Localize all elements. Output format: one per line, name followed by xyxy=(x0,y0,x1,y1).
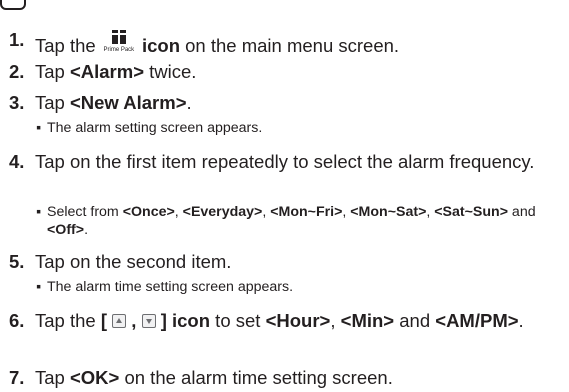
step-text: Tap <New Alarm>. xyxy=(35,92,192,113)
step-number: 3. xyxy=(9,92,25,113)
step-text: Tap <OK> on the alarm time setting scree… xyxy=(35,367,393,388)
prime-pack-caption: Prime Pack xyxy=(103,47,135,53)
bullet: ▪ xyxy=(36,204,42,220)
bullet: ▪ xyxy=(36,120,42,136)
step-number: 6. xyxy=(9,310,25,331)
step-text: Tap the Prime Pack icon on the main menu… xyxy=(35,28,565,58)
substep-text: Select from <Once>, <Everyday>, <Mon~Fri… xyxy=(47,204,536,238)
up-arrow-button-icon xyxy=(112,314,127,328)
step-number: 7. xyxy=(9,367,25,388)
step-text: Tap on the first item repeatedly to sele… xyxy=(35,151,535,172)
step-number: 1. xyxy=(9,29,25,50)
step-number: 4. xyxy=(9,151,25,172)
down-arrow-button-icon xyxy=(141,314,156,328)
section-marker xyxy=(0,0,26,10)
step-number: 2. xyxy=(9,61,25,82)
bullet: ▪ xyxy=(36,279,42,295)
substep-text: The alarm time setting screen appears. xyxy=(47,279,294,295)
step-number: 5. xyxy=(9,251,25,272)
prime-pack-icon: Prime Pack xyxy=(103,28,135,58)
step-text: Tap the [ , ] icon to set <Hour>, <Min> … xyxy=(35,310,524,331)
step-text: Tap <Alarm> twice. xyxy=(35,61,197,82)
substep-text: The alarm setting screen appears. xyxy=(47,120,263,136)
step-text: Tap on the second item. xyxy=(35,251,232,272)
